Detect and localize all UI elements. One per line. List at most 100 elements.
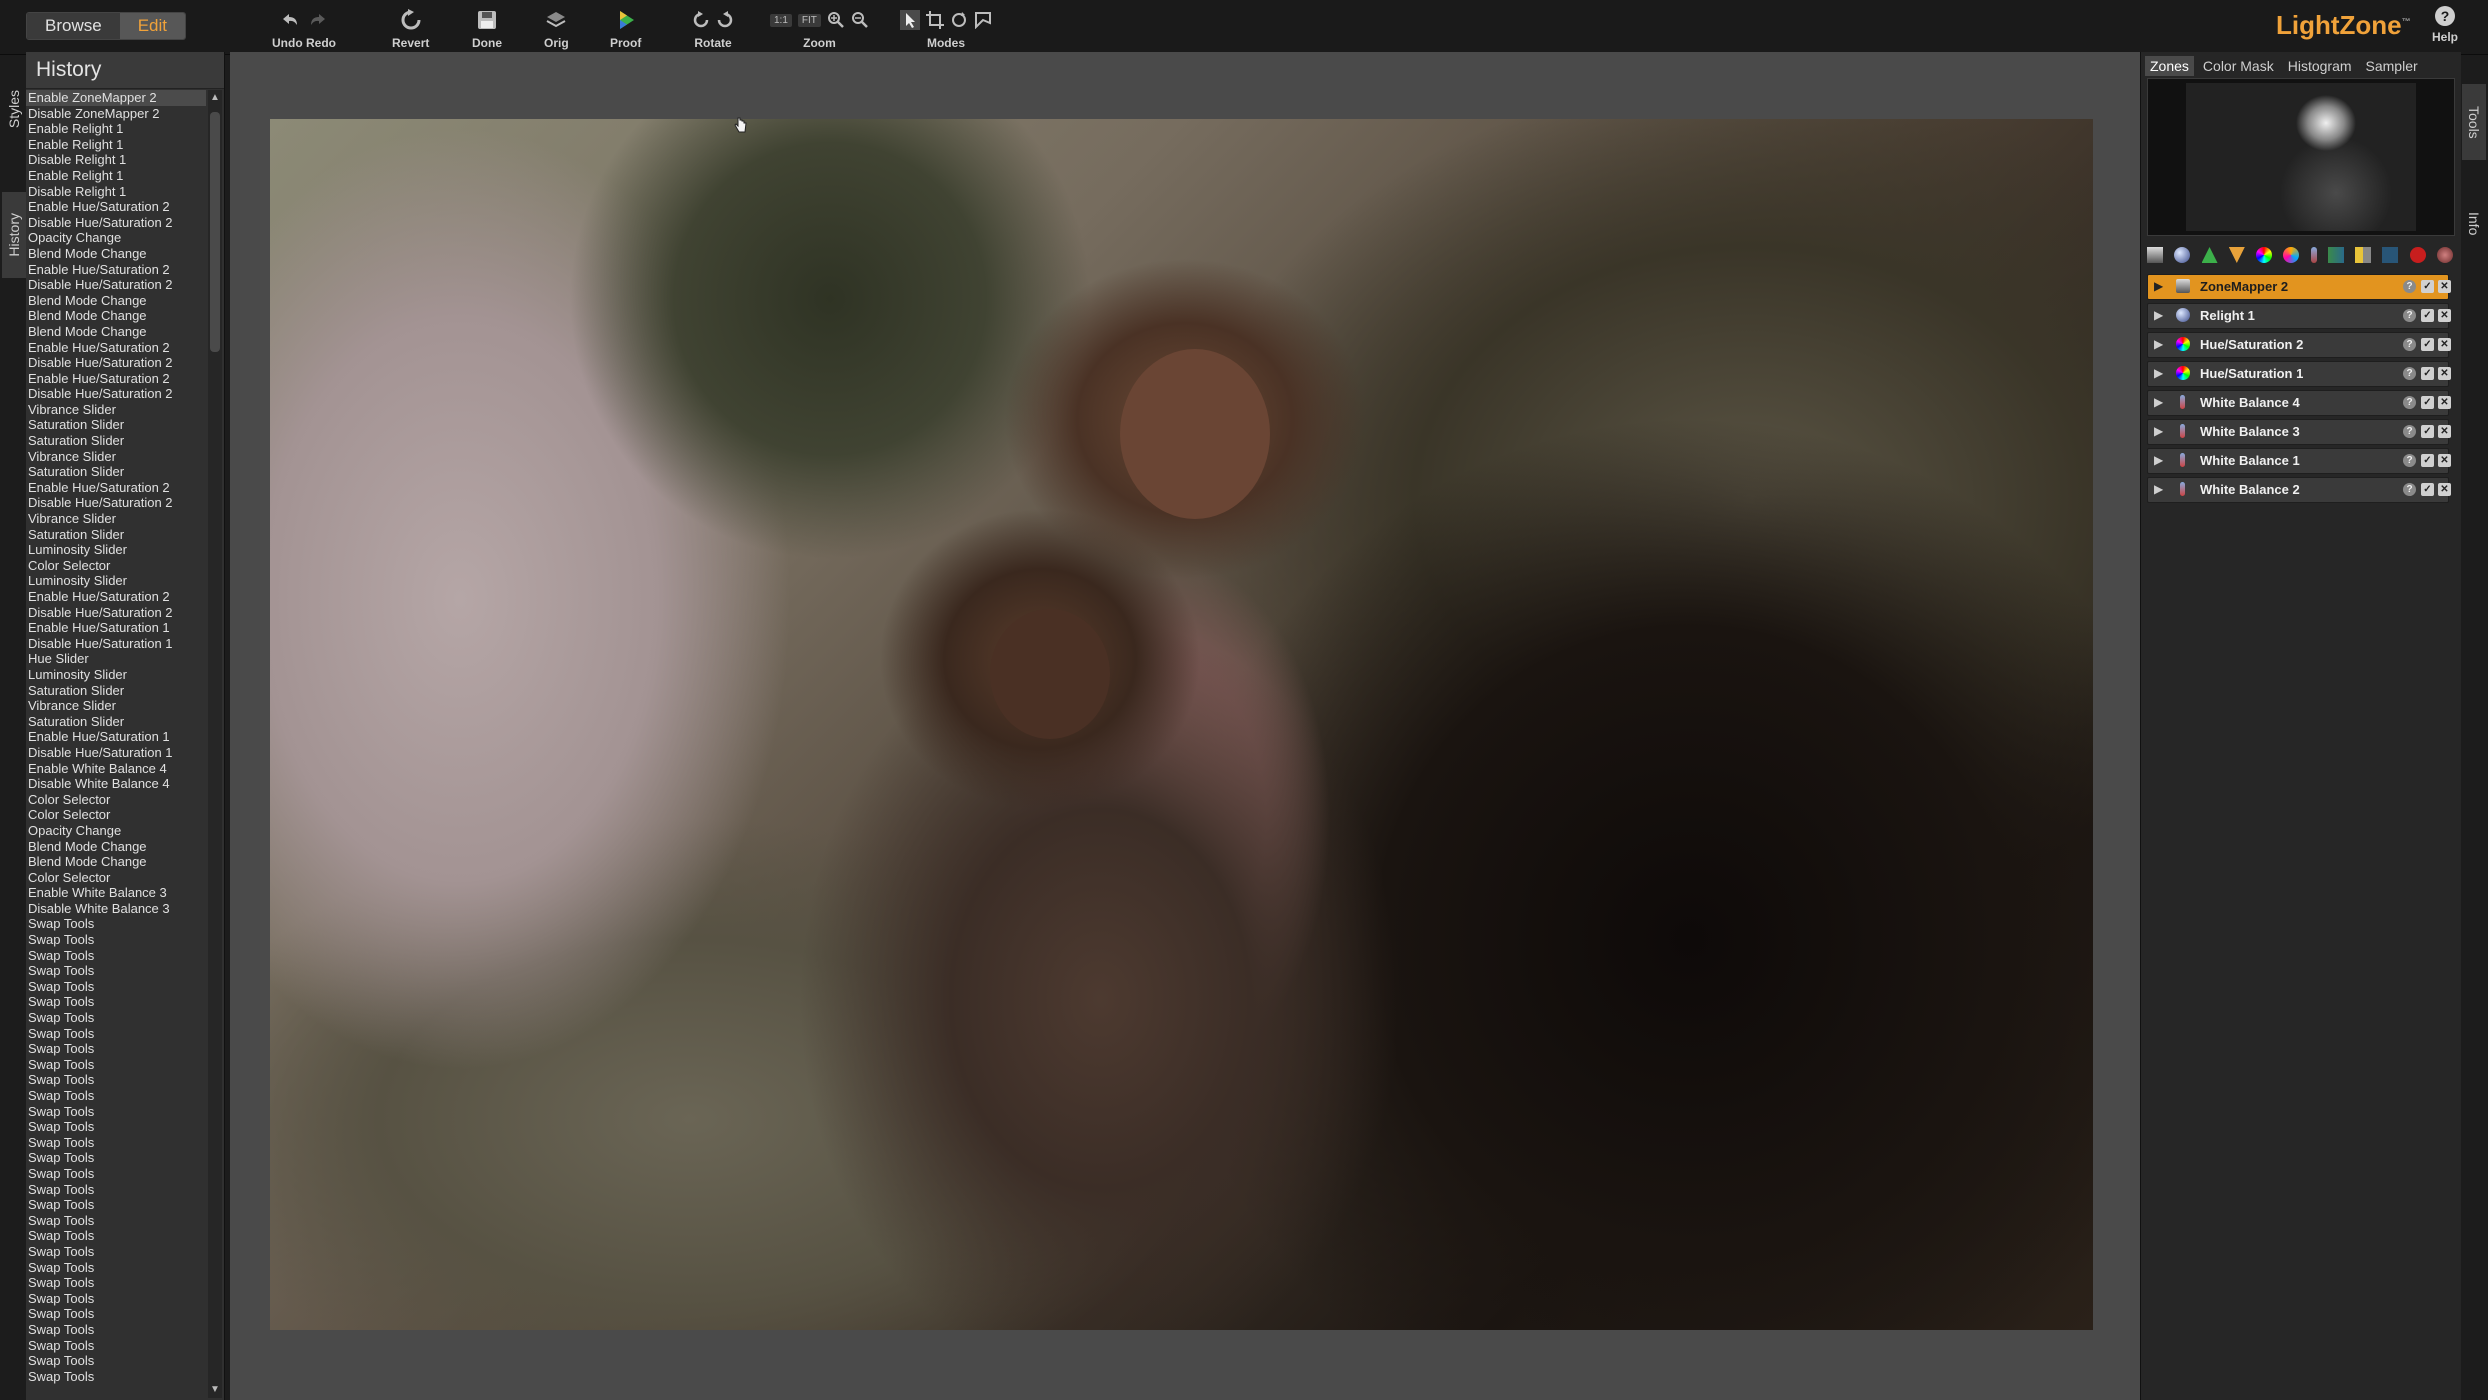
tool-help-icon[interactable]: ? [2403, 396, 2416, 409]
relight-tool-icon[interactable] [2174, 247, 2191, 263]
tool-delete-icon[interactable]: ✕ [2438, 280, 2451, 293]
history-item[interactable]: Swap Tools [26, 979, 206, 995]
tool-help-icon[interactable]: ? [2403, 454, 2416, 467]
color-balance-tool-icon[interactable] [2283, 247, 2300, 263]
zoom-out-icon[interactable] [851, 11, 869, 29]
zoom-in-icon[interactable] [827, 11, 845, 29]
history-item[interactable]: Color Selector [26, 807, 206, 823]
undo-icon[interactable] [279, 11, 301, 29]
history-item[interactable]: Disable Hue/Saturation 2 [26, 495, 206, 511]
blur-tool-icon[interactable] [2382, 247, 2399, 263]
history-item[interactable]: Swap Tools [26, 1026, 206, 1042]
history-item[interactable]: Swap Tools [26, 1150, 206, 1166]
history-item[interactable]: Blend Mode Change [26, 324, 206, 340]
tool-row[interactable]: ▶ Relight 1? ✓ ✕ [2147, 303, 2451, 329]
history-item[interactable]: Enable White Balance 3 [26, 885, 206, 901]
expand-triangle-icon[interactable]: ▶ [2154, 453, 2163, 467]
tool-help-icon[interactable]: ? [2403, 425, 2416, 438]
history-item[interactable]: Blend Mode Change [26, 854, 206, 870]
tool-delete-icon[interactable]: ✕ [2438, 454, 2451, 467]
region-mode-icon[interactable] [974, 11, 992, 29]
tool-enable-checkbox[interactable]: ✓ [2421, 396, 2434, 409]
history-item[interactable]: Swap Tools [26, 1041, 206, 1057]
tool-delete-icon[interactable]: ✕ [2438, 425, 2451, 438]
history-item[interactable]: Disable Hue/Saturation 1 [26, 745, 206, 761]
sharpen-tool-icon[interactable] [2201, 247, 2218, 263]
history-item[interactable]: Swap Tools [26, 1244, 206, 1260]
tool-help-icon[interactable]: ? [2403, 483, 2416, 496]
tool-enable-checkbox[interactable]: ✓ [2421, 367, 2434, 380]
history-item[interactable]: Swap Tools [26, 1291, 206, 1307]
history-item[interactable]: Enable Hue/Saturation 2 [26, 371, 206, 387]
tool-help-icon[interactable]: ? [2403, 367, 2416, 380]
history-item[interactable]: Opacity Change [26, 230, 206, 246]
rotate-button[interactable]: Rotate [692, 6, 734, 50]
help-button[interactable]: ? Help [2432, 6, 2458, 44]
history-item[interactable]: Saturation Slider [26, 683, 206, 699]
history-item[interactable]: Swap Tools [26, 963, 206, 979]
history-item[interactable]: Color Selector [26, 792, 206, 808]
history-item[interactable]: Swap Tools [26, 1322, 206, 1338]
history-item[interactable]: Saturation Slider [26, 417, 206, 433]
tool-enable-checkbox[interactable]: ✓ [2421, 309, 2434, 322]
tab-zones[interactable]: Zones [2145, 56, 2194, 76]
history-item[interactable]: Disable ZoneMapper 2 [26, 106, 206, 122]
history-item[interactable]: Luminosity Slider [26, 573, 206, 589]
history-item[interactable]: Blend Mode Change [26, 839, 206, 855]
revert-button[interactable]: Revert [392, 6, 429, 50]
tool-delete-icon[interactable]: ✕ [2438, 338, 2451, 351]
history-item[interactable]: Disable Hue/Saturation 2 [26, 386, 206, 402]
tool-enable-checkbox[interactable]: ✓ [2421, 280, 2434, 293]
tab-sampler[interactable]: Sampler [2361, 56, 2423, 76]
tool-enable-checkbox[interactable]: ✓ [2421, 454, 2434, 467]
history-item[interactable]: Swap Tools [26, 1197, 206, 1213]
rotate-left-icon[interactable] [692, 11, 710, 29]
history-item[interactable]: Enable Hue/Saturation 2 [26, 262, 206, 278]
history-item[interactable]: Blend Mode Change [26, 246, 206, 262]
history-item[interactable]: Luminosity Slider [26, 542, 206, 558]
arrow-mode-icon[interactable] [900, 10, 920, 30]
redo-icon[interactable] [307, 11, 329, 29]
history-item[interactable]: Swap Tools [26, 1135, 206, 1151]
tool-row[interactable]: ▶ White Balance 1? ✓ ✕ [2147, 448, 2451, 474]
tool-row[interactable]: ▶ White Balance 3? ✓ ✕ [2147, 419, 2451, 445]
history-item[interactable]: Enable Hue/Saturation 1 [26, 620, 206, 636]
history-item[interactable]: Enable Relight 1 [26, 168, 206, 184]
history-item[interactable]: Saturation Slider [26, 714, 206, 730]
history-item[interactable]: Disable Hue/Saturation 2 [26, 215, 206, 231]
history-item[interactable]: Enable Relight 1 [26, 121, 206, 137]
history-item[interactable]: Swap Tools [26, 1104, 206, 1120]
tool-delete-icon[interactable]: ✕ [2438, 309, 2451, 322]
tool-row[interactable]: ▶ Hue/Saturation 1? ✓ ✕ [2147, 361, 2451, 387]
clone-tool-icon[interactable] [2436, 247, 2453, 263]
browse-mode-button[interactable]: Browse [27, 13, 120, 39]
tool-delete-icon[interactable]: ✕ [2438, 396, 2451, 409]
rotate-right-icon[interactable] [716, 11, 734, 29]
expand-triangle-icon[interactable]: ▶ [2154, 279, 2163, 293]
history-item[interactable]: Luminosity Slider [26, 667, 206, 683]
history-item[interactable]: Vibrance Slider [26, 449, 206, 465]
history-item[interactable]: Color Selector [26, 870, 206, 886]
history-item[interactable]: Enable ZoneMapper 2 [26, 90, 206, 106]
hue-saturation-tool-icon[interactable] [2256, 247, 2273, 263]
history-item[interactable]: Swap Tools [26, 916, 206, 932]
history-item[interactable]: Vibrance Slider [26, 698, 206, 714]
history-item[interactable]: Blend Mode Change [26, 293, 206, 309]
zoom-fit-button[interactable]: FIT [797, 13, 821, 27]
history-item[interactable]: Saturation Slider [26, 433, 206, 449]
history-item[interactable]: Swap Tools [26, 1353, 206, 1369]
history-item[interactable]: Swap Tools [26, 1338, 206, 1354]
scroll-down-arrow-icon[interactable]: ▼ [208, 1382, 222, 1398]
history-item[interactable]: Swap Tools [26, 1057, 206, 1073]
history-list[interactable]: Enable ZoneMapper 2 Disable ZoneMapper 2E… [26, 90, 206, 1398]
history-item[interactable]: Swap Tools [26, 948, 206, 964]
expand-triangle-icon[interactable]: ▶ [2154, 482, 2163, 496]
edit-mode-button[interactable]: Edit [119, 13, 185, 39]
tool-enable-checkbox[interactable]: ✓ [2421, 483, 2434, 496]
history-item[interactable]: Enable Hue/Saturation 2 [26, 340, 206, 356]
history-item[interactable]: Swap Tools [26, 1072, 206, 1088]
scroll-up-arrow-icon[interactable]: ▲ [208, 90, 222, 106]
proof-button[interactable]: Proof [610, 6, 641, 50]
history-item[interactable]: Enable Relight 1 [26, 137, 206, 153]
rotate-mode-icon[interactable] [950, 11, 968, 29]
